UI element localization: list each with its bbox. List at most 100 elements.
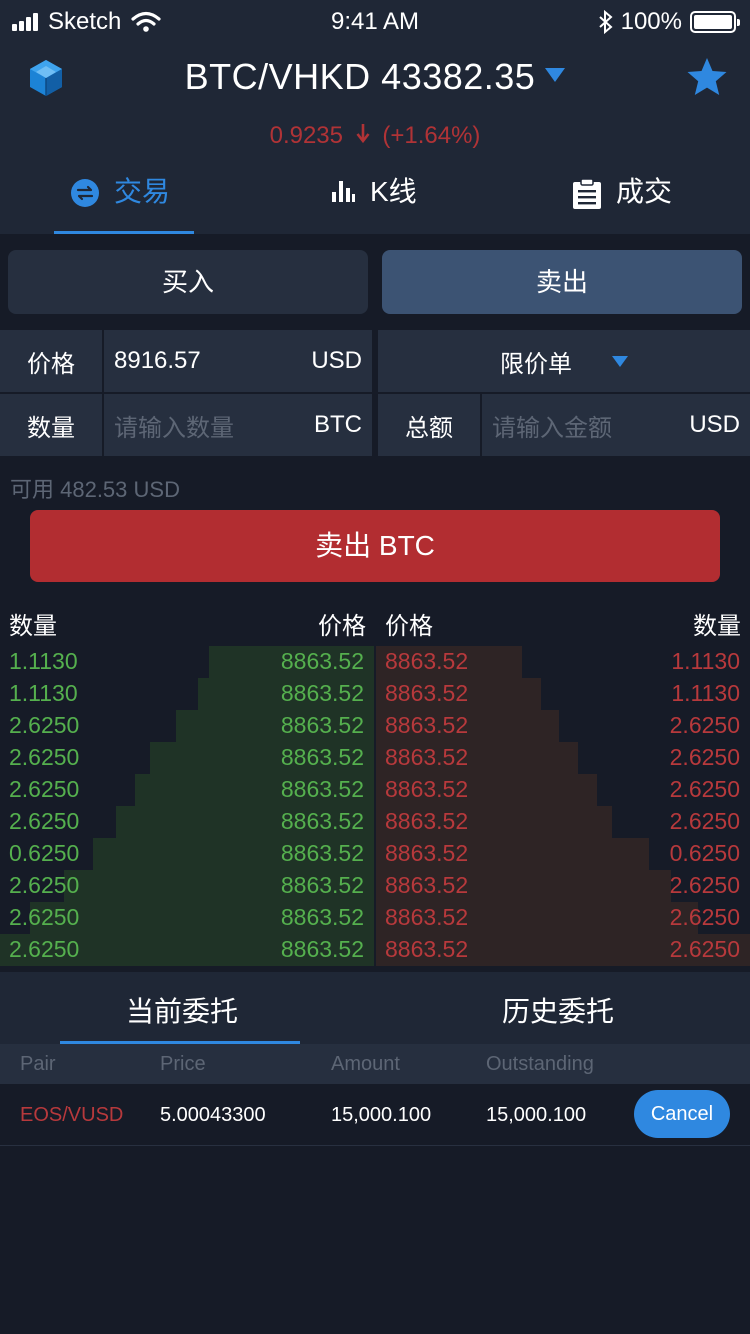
order-type-dropdown[interactable]: 限价单	[378, 330, 750, 392]
battery-icon	[690, 11, 740, 33]
ask-price: 8863.52	[385, 840, 469, 866]
order-book-row[interactable]: 2.6250 8863.52 8863.52 2.6250	[0, 742, 750, 774]
price-change: 0.9235 (+1.64%)	[0, 122, 750, 150]
main-tabs: 交易 K线 成交	[0, 170, 750, 234]
title-row: BTC/VHKD 43382.35	[0, 52, 750, 104]
price-field[interactable]: 8916.57 USD	[104, 330, 372, 392]
ask-price: 8863.52	[385, 936, 469, 962]
ask-amount: 2.6250	[669, 904, 740, 930]
bid-price-header: 价格	[318, 613, 366, 640]
bid-amount: 2.6250	[9, 776, 80, 802]
buy-toggle-button[interactable]: 买入	[8, 250, 368, 314]
price-unit: USD	[311, 347, 362, 374]
quantity-label: 数量	[0, 394, 102, 456]
bar-chart-icon	[332, 181, 355, 202]
bid-price: 8863.52	[280, 936, 364, 962]
quantity-unit: BTC	[314, 411, 362, 438]
table-row: EOS/VUSD 5.00043300 15,000.100 15,000.10…	[0, 1084, 750, 1146]
bid-price: 8863.52	[280, 904, 364, 930]
pair-selector[interactable]: BTC/VHKD 43382.35	[0, 56, 750, 98]
bid-amount: 2.6250	[9, 712, 80, 738]
ask-price: 8863.52	[385, 680, 469, 706]
pair-title: BTC/VHKD 43382.35	[184, 56, 536, 97]
order-book-row[interactable]: 2.6250 8863.52 8863.52 2.6250	[0, 806, 750, 838]
ask-amount: 1.1130	[671, 648, 740, 674]
column-amount: Amount	[331, 1053, 400, 1075]
bid-amount: 2.6250	[9, 904, 80, 930]
bid-price: 8863.52	[280, 744, 364, 770]
order-outstanding: 15,000.100	[486, 1104, 587, 1126]
orders-table-header: Pair Price Amount Outstanding	[0, 1044, 750, 1084]
ask-amount: 2.6250	[669, 808, 740, 834]
bid-price: 8863.52	[280, 808, 364, 834]
order-price: 5.00043300	[160, 1104, 266, 1126]
order-book-row[interactable]: 2.6250 8863.52 8863.52 2.6250	[0, 774, 750, 806]
tab-trade-label: 交易	[114, 176, 171, 207]
order-book-row[interactable]: 2.6250 8863.52 8863.52 2.6250	[0, 902, 750, 934]
bid-amount: 1.1130	[9, 680, 78, 706]
cancel-order-button[interactable]: Cancel	[634, 1090, 730, 1138]
ask-price: 8863.52	[385, 904, 469, 930]
order-book-row[interactable]: 2.6250 8863.52 8863.52 2.6250	[0, 870, 750, 902]
total-label: 总额	[378, 394, 480, 456]
ask-price: 8863.52	[385, 872, 469, 898]
bid-price: 8863.52	[280, 776, 364, 802]
bid-price: 8863.52	[280, 680, 364, 706]
order-amount: 15,000.100	[331, 1104, 432, 1126]
ask-price: 8863.52	[385, 712, 469, 738]
sell-btc-button[interactable]: 卖出 BTC	[30, 510, 720, 582]
tab-deals[interactable]: 成交	[572, 170, 672, 234]
order-book-row[interactable]: 0.6250 8863.52 8863.52 0.6250	[0, 838, 750, 870]
status-right: 100%	[598, 8, 740, 36]
quantity-placeholder: 请输入数量	[114, 414, 234, 442]
order-book-row[interactable]: 1.1130 8863.52 8863.52 1.1130	[0, 678, 750, 710]
ask-amount: 2.6250	[669, 744, 740, 770]
ask-price: 8863.52	[385, 808, 469, 834]
active-tab-indicator	[54, 231, 194, 234]
bid-price: 8863.52	[280, 840, 364, 866]
dropdown-caret-icon	[545, 68, 566, 83]
exchange-icon	[71, 179, 99, 207]
ask-amount: 2.6250	[669, 872, 740, 898]
bid-amount: 1.1130	[9, 648, 78, 674]
ask-amount: 2.6250	[669, 712, 740, 738]
column-pair: Pair	[20, 1053, 56, 1075]
total-input[interactable]: 请输入金额 USD	[482, 394, 750, 456]
favorite-star-icon[interactable]	[686, 56, 728, 98]
quantity-input[interactable]: 请输入数量 BTC	[104, 394, 372, 456]
bid-amount: 2.6250	[9, 744, 80, 770]
price-label: 价格	[0, 330, 102, 392]
available-balance: 可用 482.53 USD	[10, 477, 180, 502]
sell-toggle-button[interactable]: 卖出	[382, 250, 742, 314]
chevron-down-icon	[612, 355, 628, 367]
bid-price: 8863.52	[280, 712, 364, 738]
ask-price-header: 价格	[385, 613, 433, 640]
tab-kline[interactable]: K线	[330, 170, 417, 234]
order-book-row[interactable]: 2.6250 8863.52 8863.52 2.6250	[0, 934, 750, 966]
bid-price: 8863.52	[280, 872, 364, 898]
ask-price: 8863.52	[385, 648, 469, 674]
ask-price: 8863.52	[385, 744, 469, 770]
tab-order-history[interactable]: 历史委托	[502, 990, 614, 1030]
bid-amount: 2.6250	[9, 808, 80, 834]
tab-trade[interactable]: 交易	[54, 170, 194, 234]
ask-amount: 1.1130	[671, 680, 740, 706]
ask-amount: 0.6250	[669, 840, 740, 866]
total-placeholder: 请输入金额	[492, 414, 612, 442]
change-value: 0.9235	[269, 122, 343, 149]
tab-current-orders[interactable]: 当前委托	[126, 990, 238, 1030]
ask-amount: 2.6250	[669, 776, 740, 802]
tab-kline-label: K线	[370, 176, 417, 207]
bid-amount: 2.6250	[9, 872, 80, 898]
bluetooth-icon	[598, 10, 613, 34]
bid-amount-header: 数量	[9, 613, 57, 640]
ask-amount-header: 数量	[693, 613, 741, 640]
bid-price: 8863.52	[280, 648, 364, 674]
order-book-row[interactable]: 2.6250 8863.52 8863.52 2.6250	[0, 710, 750, 742]
arrow-down-icon	[356, 124, 370, 143]
clipboard-icon	[573, 178, 601, 209]
order-book-row[interactable]: 1.1130 8863.52 8863.52 1.1130	[0, 646, 750, 678]
order-book: 1.1130 8863.52 8863.52 1.1130 1.1130 8863.52 8…	[0, 646, 750, 966]
ask-amount: 2.6250	[669, 936, 740, 962]
order-type-label: 限价单	[500, 350, 572, 378]
